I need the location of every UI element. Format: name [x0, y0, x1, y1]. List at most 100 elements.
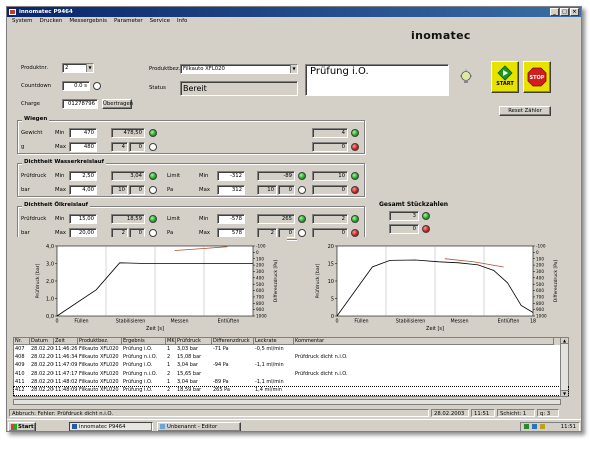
- wasser-leak-min-input[interactable]: -312: [217, 171, 245, 181]
- oel-counter-nok-led: [351, 229, 359, 237]
- start-icon: [497, 65, 513, 81]
- menu-info[interactable]: Info: [176, 17, 188, 26]
- table-cell: -1,1 ml/min: [255, 362, 284, 369]
- produktbez-label: Produktbez.: [149, 66, 181, 72]
- reset-zaehler-button[interactable]: Reset Zähler: [499, 106, 551, 116]
- column-header[interactable]: Prüfdruck: [176, 338, 212, 345]
- column-header[interactable]: Leckrate: [254, 338, 294, 345]
- scroll-down-icon[interactable]: ▼: [561, 390, 568, 396]
- wasser-max-input[interactable]: 4,00: [69, 185, 97, 195]
- wiegen-nok-led: [149, 143, 157, 151]
- oel-pressure-ok-led: [149, 215, 157, 223]
- y-tick-label-left: 0,0: [46, 314, 54, 320]
- y-tick-label-right: 1000: [536, 314, 547, 319]
- table-row[interactable]: 409 28.02.200311:47:09Filkauto XFL020 Prüf…: [14, 362, 568, 370]
- phase-label: Entlüften: [498, 319, 520, 325]
- status-field: Bereit: [180, 81, 298, 96]
- phase-label: Messen: [170, 319, 188, 325]
- menu-drucken[interactable]: Drucken: [39, 17, 64, 26]
- results-table[interactable]: Nr. Datum Zeit Produktbez. Ergebnis MK Prüfdru…: [13, 337, 569, 397]
- y-tick-label-left: 20: [328, 244, 334, 250]
- start-menu-button[interactable]: Start: [8, 422, 36, 431]
- wasser-leak-max-label: Max: [199, 187, 210, 193]
- results-table-header: Nr. Datum Zeit Produktbez. Ergebnis MK Prüfdru…: [14, 338, 568, 345]
- wasser-min-input[interactable]: 2,50: [69, 171, 97, 181]
- brand-logo: inomatec: [411, 29, 471, 42]
- table-cell: Prüfung i.O.: [123, 362, 153, 369]
- minimize-button[interactable]: _: [550, 8, 559, 16]
- wiegen-min-input[interactable]: 470: [69, 128, 97, 138]
- charge-input[interactable]: 01278796: [62, 99, 98, 109]
- menu-system[interactable]: System: [11, 17, 34, 26]
- wasser-leak-max-input[interactable]: 312: [217, 185, 245, 195]
- scroll-up-icon[interactable]: ▲: [561, 338, 568, 344]
- table-row[interactable]: 407 28.02.200311:46:26Filkauto XFL020 Prüf…: [14, 346, 568, 354]
- menu-service[interactable]: Service: [149, 17, 171, 26]
- table-cell: Filkauto XFL020: [79, 378, 119, 385]
- wasser-pa-label: Pa: [167, 187, 174, 193]
- produktbez-select[interactable]: Filkauto XFL020 ▼: [180, 64, 298, 74]
- oel-pressure-nok-led: [149, 229, 157, 237]
- y-axis-label-left: Prüfdruck [bar]: [35, 263, 41, 298]
- maximize-button[interactable]: □: [560, 8, 569, 16]
- column-header[interactable]: Differenzdruck: [212, 338, 254, 345]
- oel-unit-label: bar: [21, 230, 30, 236]
- table-cell: Prüfdruck dicht n.i.O.: [295, 370, 348, 377]
- wiegen-max-input[interactable]: 480: [69, 142, 97, 152]
- task-editor[interactable]: Unbenannt - Editor: [157, 422, 241, 431]
- menu-parameter[interactable]: Parameter: [113, 17, 144, 26]
- start-button[interactable]: START: [491, 61, 519, 93]
- column-header[interactable]: Kommentar: [294, 338, 554, 345]
- menu-messergebnis[interactable]: Messergebnis: [68, 17, 108, 26]
- table-cell: 407: [15, 346, 25, 352]
- close-button[interactable]: ×: [570, 8, 579, 16]
- wiegen-counter-ok: 4: [312, 128, 348, 138]
- produktnr-select[interactable]: 2 ▼: [62, 63, 94, 73]
- y-tick-label-right: 800: [256, 301, 264, 306]
- table-row[interactable]: 412 28.02.200311:48:09Filkauto XFL020 Prüf…: [13, 386, 569, 396]
- task-innomatec[interactable]: innomatec P9464: [69, 422, 153, 431]
- y-tick-label-left: 4,0: [46, 244, 54, 250]
- table-row[interactable]: 408 28.02.200311:46:34Filkauto XFL020 Prüf…: [14, 354, 568, 362]
- wiegen-ok-led: [149, 129, 157, 137]
- phase-label: Stabilisieren: [396, 319, 426, 325]
- column-header[interactable]: Nr.: [14, 338, 30, 345]
- table-scrollbar[interactable]: ▲ ▼: [560, 338, 568, 396]
- produktbez-value: Filkauto XFL020: [183, 66, 225, 72]
- table-row[interactable]: 411 28.02.200311:48:02Filkauto XFL020 Prüf…: [14, 379, 568, 387]
- y-tick-label-right: 200: [536, 263, 544, 268]
- wiegen-max-label: Max: [55, 144, 66, 150]
- y-tick-label-right: 0: [256, 250, 259, 255]
- oel-min-input[interactable]: 15,00: [69, 214, 97, 224]
- column-header[interactable]: Zeit: [54, 338, 78, 345]
- y-tick-label-right: 900: [536, 307, 544, 312]
- tray-app-icon[interactable]: [532, 424, 537, 429]
- uebertragen-button[interactable]: Übertragen: [102, 99, 133, 109]
- table-cell: [254, 354, 294, 362]
- table-cell: [294, 379, 554, 387]
- result-display: Prüfung i.O.: [305, 64, 449, 96]
- tray-network-icon[interactable]: [524, 424, 529, 429]
- column-header[interactable]: Produktbez.: [78, 338, 122, 345]
- start-label: START: [496, 81, 514, 87]
- stop-button[interactable]: STOP: [523, 61, 551, 93]
- table-cell: 28.02.2003: [31, 378, 54, 385]
- oel-leak-min-input[interactable]: -578: [217, 214, 245, 224]
- wasser-leak-ok-led: [298, 172, 306, 180]
- y-tick-label-right: 600: [256, 288, 264, 293]
- table-hscrollbar[interactable]: [13, 399, 561, 405]
- gesamt-nok-led: [422, 225, 430, 233]
- oel-pressure-value: 18,59: [111, 214, 145, 224]
- oel-leak-nok-led: [298, 229, 306, 237]
- oel-counter-ok-led: [351, 215, 359, 223]
- column-header[interactable]: MK: [166, 338, 176, 345]
- table-row[interactable]: 410 28.02.200311:47:17Filkauto XFL020 Prüf…: [14, 371, 568, 379]
- table-cell: 11:48:09: [55, 387, 78, 393]
- app-icon: [9, 9, 16, 15]
- column-header[interactable]: Datum: [30, 338, 54, 345]
- table-cell: 3,04 bar: [177, 362, 199, 369]
- y-tick-label-left: 2,0: [46, 279, 54, 285]
- column-header[interactable]: Ergebnis: [122, 338, 166, 345]
- oel-limit-label: Limit: [167, 216, 181, 222]
- tray-volume-icon[interactable]: [540, 424, 545, 429]
